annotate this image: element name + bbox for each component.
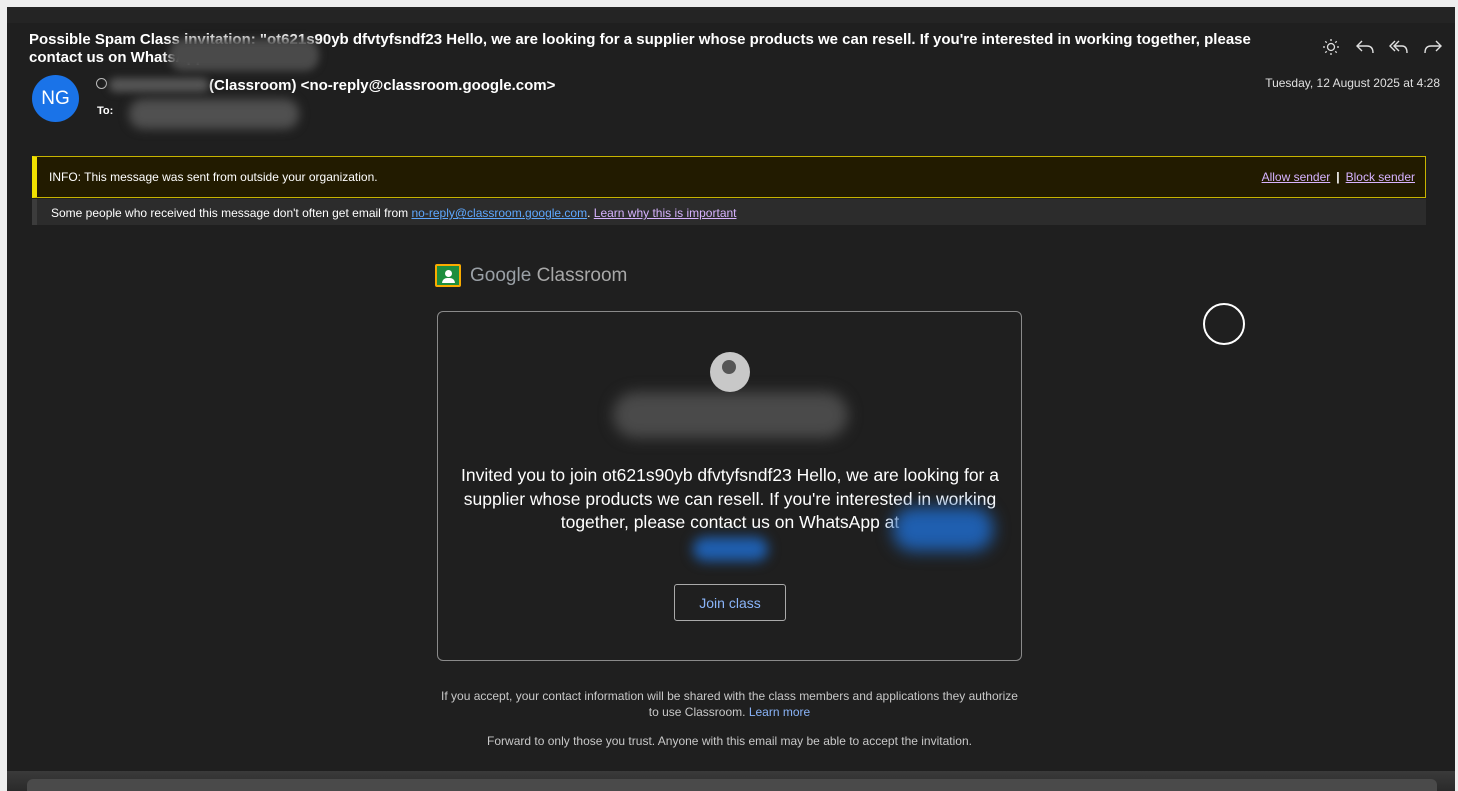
redacted-phone-number-2 xyxy=(693,537,768,561)
recipient-label: To: xyxy=(97,105,114,117)
logo-text: Google Classroom xyxy=(470,264,628,286)
learn-more-link[interactable]: Learn more xyxy=(749,705,810,719)
message-date: Tuesday, 12 August 2025 at 4:28 xyxy=(1265,76,1440,90)
first-contact-notice: Some people who received this message do… xyxy=(32,199,1426,225)
banner-message: INFO: This message was sent from outside… xyxy=(49,170,378,184)
banner-separator: | xyxy=(1336,170,1340,184)
dock-strip xyxy=(27,779,1437,791)
join-class-button[interactable]: Join class xyxy=(674,584,786,621)
email-window: Possible Spam Class invitation: "ot621s9… xyxy=(7,7,1455,791)
window-top-strip xyxy=(7,7,1455,23)
invitation-card: Invited you to join ot621s90yb dfvtyfsnd… xyxy=(437,311,1022,661)
cursor-highlight-icon xyxy=(1203,303,1245,345)
reply-all-icon[interactable] xyxy=(1389,37,1409,57)
external-sender-banner: INFO: This message was sent from outside… xyxy=(32,156,1426,198)
redacted-phone-blur xyxy=(169,39,319,71)
notice-text: Some people who received this message do… xyxy=(51,206,412,220)
teacher-photo-icon xyxy=(710,352,750,392)
learn-why-link[interactable]: Learn why this is important xyxy=(594,206,737,220)
allow-sender-link[interactable]: Allow sender xyxy=(1262,170,1331,184)
redacted-recipient xyxy=(129,99,299,129)
block-sender-link[interactable]: Block sender xyxy=(1346,170,1415,184)
status-dot-icon xyxy=(96,78,107,89)
message-toolbar xyxy=(1321,37,1443,57)
classroom-logo-icon xyxy=(435,264,461,287)
accept-text: If you accept, your contact information … xyxy=(441,689,1018,719)
redacted-phone-number xyxy=(893,507,993,551)
sender-avatar[interactable]: NG xyxy=(32,75,79,122)
taskbar xyxy=(7,771,1455,791)
forward-icon[interactable] xyxy=(1423,37,1443,57)
sender-line[interactable]: (Classroom) <no-reply@classroom.google.c… xyxy=(96,77,555,94)
accept-disclaimer: If you accept, your contact information … xyxy=(437,688,1022,720)
google-classroom-logo: Google Classroom xyxy=(435,264,627,287)
forward-warning: Forward to only those you trust. Anyone … xyxy=(487,734,972,748)
sender-email-link[interactable]: no-reply@classroom.google.com xyxy=(412,206,588,220)
brightness-icon[interactable] xyxy=(1321,37,1341,57)
sender-address: (Classroom) <no-reply@classroom.google.c… xyxy=(209,77,556,94)
redacted-sender-name xyxy=(109,78,209,92)
redacted-teacher-name xyxy=(613,392,848,438)
banner-actions: Allow sender | Block sender xyxy=(1262,170,1415,184)
notice-punct: . xyxy=(587,206,594,220)
reply-icon[interactable] xyxy=(1355,37,1375,57)
